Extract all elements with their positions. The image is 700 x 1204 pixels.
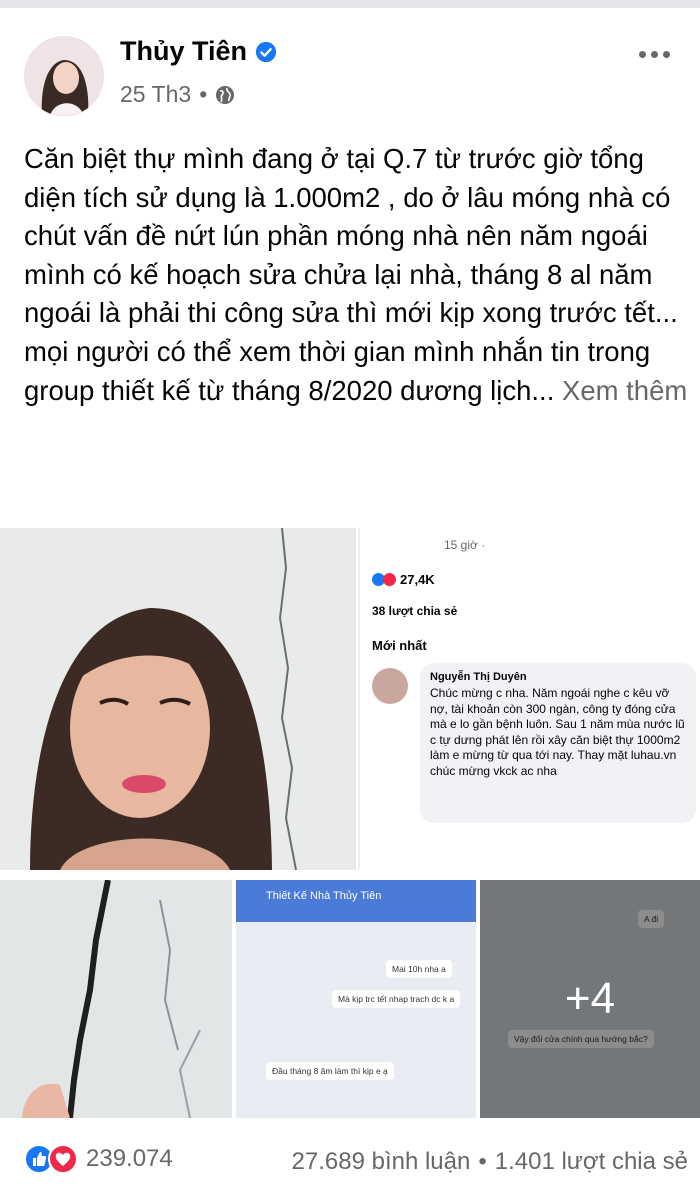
chat-msg-3: Đầu tháng 8 âm làm thì kịp e ạ [266, 1062, 394, 1080]
author-name[interactable]: Thủy Tiên [120, 36, 247, 67]
more-photos-count: +4 [564, 974, 616, 1023]
see-more-link[interactable]: Xem thêm [562, 375, 687, 406]
shot-reaction-count: 27,4K [372, 572, 435, 587]
globe-icon[interactable] [215, 85, 235, 105]
love-icon [48, 1144, 78, 1174]
reaction-summary[interactable]: 239.074 [24, 1144, 173, 1174]
comment-bubble: Nguyễn Thị Duyên Chúc mừng c nha. Năm ng… [420, 663, 696, 823]
commenter-name: Nguyễn Thị Duyên [430, 671, 527, 683]
share-count-link[interactable]: 1.401 lượt chia sẻ [495, 1148, 688, 1176]
post-header: Thủy Tiên 25 Th3 • [0, 28, 700, 118]
comment-text: Chúc mừng c nha. Năm ngoái nghe c kêu vỡ… [430, 686, 685, 778]
media-screenshot-comment[interactable]: 15 giờ · 27,4K 38 lượt chia sẻ Mới nhất … [358, 528, 700, 870]
comment-count-link[interactable]: 27.689 bình luận [292, 1148, 471, 1176]
commenter-avatar [372, 668, 408, 704]
post-body-text: Căn biệt thự mình đang ở tại Q.7 từ trướ… [24, 143, 678, 406]
top-divider [0, 0, 700, 8]
post-body: Căn biệt thự mình đang ở tại Q.7 từ trướ… [24, 140, 692, 410]
chat-msg-2: Mà kịp trc tết nhap trach dc k a [332, 990, 461, 1008]
stats-separator: • [478, 1148, 487, 1175]
media-screenshot-chat[interactable]: Thiết Kế Nhà Thủy Tiên Mai 10h nha a Mà … [236, 880, 476, 1118]
media-more-tile[interactable]: A đi Vậy đổi cửa chính qua hướng bắc? +4 [480, 880, 700, 1118]
media-photo-portrait[interactable] [0, 528, 356, 870]
shot-shares: 38 lượt chia sẻ [372, 604, 458, 618]
post-footer: 239.074 27.689 bình luận • 1.401 lượt ch… [0, 1140, 700, 1184]
reaction-count: 239.074 [86, 1145, 173, 1172]
meta-separator: • [199, 81, 208, 107]
media-photo-crack[interactable] [0, 880, 232, 1118]
shot-time: 15 giờ · [444, 538, 486, 552]
engagement-stats: 27.689 bình luận • 1.401 lượt chia sẻ [292, 1148, 688, 1176]
chat-msg-1: Mai 10h nha a [386, 960, 452, 978]
wall-crack-photo [0, 880, 232, 1118]
portrait-photo [0, 528, 356, 870]
more-photos-overlay[interactable]: +4 [480, 880, 700, 1118]
post-timestamp[interactable]: 25 Th3 [120, 81, 191, 108]
chat-title: Thiết Kế Nhà Thủy Tiên [236, 880, 476, 922]
media-grid: 15 giờ · 27,4K 38 lượt chia sẻ Mới nhất … [0, 528, 700, 1118]
verified-badge-icon [255, 41, 277, 62]
shot-sort: Mới nhất [372, 638, 427, 653]
author-avatar[interactable] [24, 36, 104, 116]
shot-reaction-value: 27,4K [400, 572, 435, 587]
shot-love-icon [383, 573, 396, 586]
more-options-icon[interactable] [634, 44, 674, 64]
